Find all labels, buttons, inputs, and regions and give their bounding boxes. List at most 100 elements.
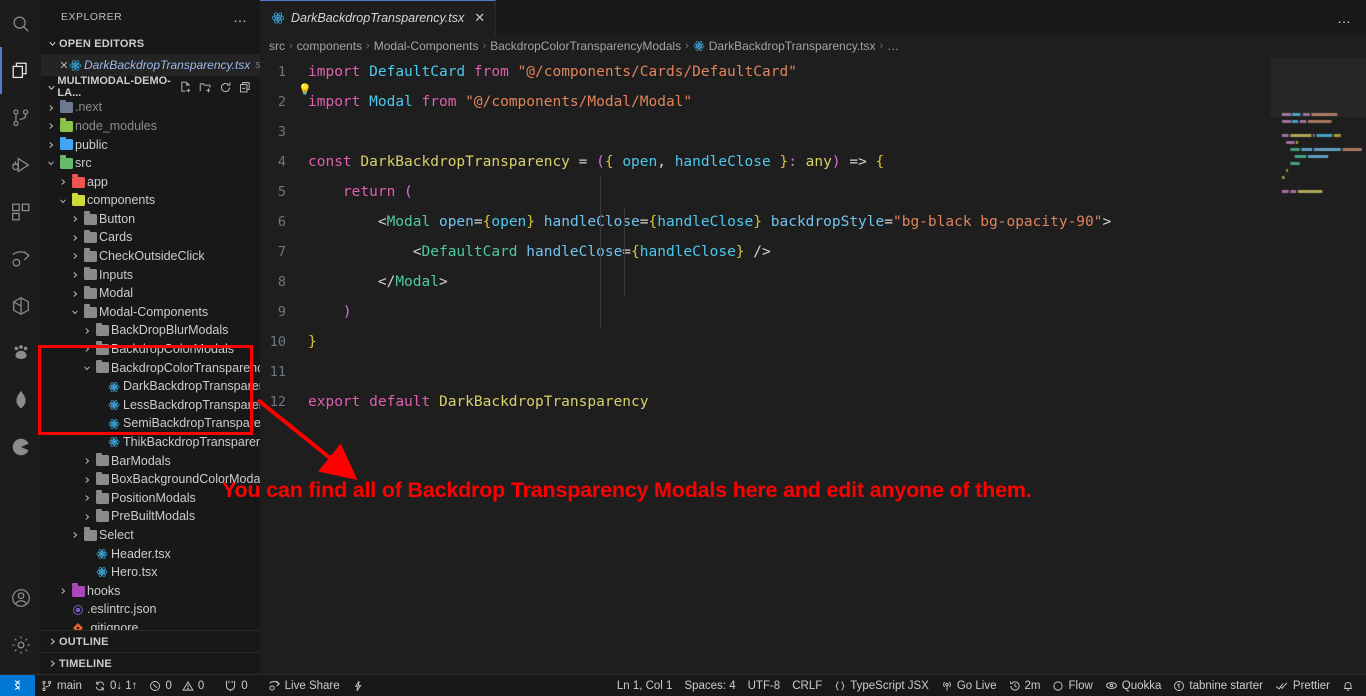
- hexagon-icon[interactable]: [0, 282, 41, 329]
- tree-folder-backdropblurmodals[interactable]: BackDropBlurModals: [41, 321, 260, 340]
- status-cursor-position[interactable]: Ln 1, Col 1: [611, 675, 679, 696]
- status-ports[interactable]: 0: [218, 675, 253, 696]
- tree-folder--next[interactable]: .next: [41, 98, 260, 117]
- chevron-right-icon: [45, 140, 57, 150]
- breadcrumb-label: DarkBackdropTransparency.tsx: [708, 39, 876, 53]
- status-encoding[interactable]: UTF-8: [742, 675, 787, 696]
- run-and-debug-icon[interactable]: [0, 141, 41, 188]
- status-lightning[interactable]: [346, 675, 370, 696]
- status-notifications[interactable]: [1336, 675, 1366, 696]
- tree-folder-button[interactable]: Button: [41, 210, 260, 229]
- tree-file-lessbackdroptransparency-[interactable]: LessBackdropTransparency...: [41, 396, 260, 415]
- tree-item-label: BackDropBlurModals: [111, 323, 229, 338]
- status-sync[interactable]: 0↓ 1↑: [88, 675, 144, 696]
- chevron-right-icon: [69, 233, 81, 243]
- tree-folder-src[interactable]: src: [41, 154, 260, 173]
- tree-folder-public[interactable]: public: [41, 136, 260, 155]
- breadcrumb-item[interactable]: DarkBackdropTransparency.tsx: [693, 39, 876, 53]
- extensions-icon[interactable]: [0, 188, 41, 235]
- status-branch[interactable]: main: [35, 675, 88, 696]
- chevron-right-icon: [81, 456, 93, 466]
- source-control-icon[interactable]: [0, 94, 41, 141]
- remote-window-icon[interactable]: [0, 674, 35, 696]
- settings-gear-icon[interactable]: [0, 621, 41, 668]
- status-eol[interactable]: CRLF: [786, 675, 828, 696]
- new-file-icon[interactable]: [179, 81, 192, 94]
- refresh-icon[interactable]: [219, 81, 232, 94]
- tree-folder-backdropcolortransparency-[interactable]: BackdropColorTransparency...: [41, 359, 260, 378]
- tree-folder-barmodals[interactable]: BarModals: [41, 452, 260, 471]
- tree-folder-boxbackgroundcolormodals[interactable]: BoxBackgroundColorModals: [41, 470, 260, 489]
- minimap-slider[interactable]: [1270, 57, 1366, 117]
- code-editor[interactable]: 1 import DefaultCard from "@/components/…: [260, 57, 1366, 674]
- braces-icon: [834, 680, 846, 692]
- tree-folder-modal[interactable]: Modal: [41, 284, 260, 303]
- tree-folder-inputs[interactable]: Inputs: [41, 266, 260, 285]
- line-number: 5: [277, 184, 286, 200]
- breadcrumb-item[interactable]: src: [269, 39, 285, 53]
- paw-icon[interactable]: [0, 329, 41, 376]
- breadcrumb-item[interactable]: …: [887, 39, 899, 53]
- tree-folder-select[interactable]: Select: [41, 526, 260, 545]
- tree-folder-backdropcolormodals[interactable]: BackdropColorModals: [41, 340, 260, 359]
- project-section-header[interactable]: MULTIMODAL-DEMO-LA...: [41, 75, 260, 99]
- status-language-mode[interactable]: TypeScript JSX: [828, 675, 935, 696]
- lightbulb-icon[interactable]: 💡: [298, 83, 312, 96]
- tree-file--eslintrc-json[interactable]: .eslintrc.json: [41, 600, 260, 619]
- account-icon[interactable]: [0, 574, 41, 621]
- breadcrumb-item[interactable]: BackdropColorTransparencyModals: [490, 39, 681, 53]
- tree-folder-checkoutsideclick[interactable]: CheckOutsideClick: [41, 247, 260, 266]
- sidebar-more-actions-icon[interactable]: …: [233, 9, 254, 25]
- code-line-text: ): [342, 304, 352, 320]
- tree-file-hero-tsx[interactable]: Hero.tsx: [41, 563, 260, 582]
- folder-icon: [69, 583, 87, 597]
- open-editors-section-header[interactable]: OPEN EDITORS: [41, 33, 260, 54]
- status-go-live[interactable]: Go Live: [935, 675, 1003, 696]
- status-indentation[interactable]: Spaces: 4: [678, 675, 741, 696]
- timeline-section-header[interactable]: TIMELINE: [41, 652, 260, 674]
- breadcrumb-item[interactable]: Modal-Components: [374, 39, 479, 53]
- status-timer[interactable]: 2m: [1003, 675, 1047, 696]
- tree-file-semibackdroptransparency-[interactable]: SemiBackdropTransparency..: [41, 414, 260, 433]
- tree-folder-cards[interactable]: Cards: [41, 228, 260, 247]
- tab-DarkBackdropTransparency[interactable]: DarkBackdropTransparency.tsx ✕: [260, 0, 497, 35]
- editor-actions-more[interactable]: …: [1337, 0, 1366, 35]
- code-line: 6 <Modal open={open} handleClose={handle…: [260, 207, 1366, 237]
- close-icon[interactable]: [59, 60, 69, 70]
- tree-file-header-tsx[interactable]: Header.tsx: [41, 545, 260, 564]
- tree-folder-hooks[interactable]: hooks: [41, 582, 260, 601]
- tree-file-darkbackdroptransparency-[interactable]: DarkBackdropTransparency...: [41, 377, 260, 396]
- status-tabnine[interactable]: tabnine starter: [1167, 675, 1269, 696]
- search-icon[interactable]: [0, 0, 41, 47]
- tree-folder-components[interactable]: components: [41, 191, 260, 210]
- tree-folder-positionmodals[interactable]: PositionModals: [41, 489, 260, 508]
- close-icon[interactable]: ✕: [474, 10, 485, 26]
- tree-folder-modal-components[interactable]: Modal-Components: [41, 303, 260, 322]
- explorer-icon[interactable]: [0, 47, 41, 94]
- tree-file--gitignore[interactable]: .gitignore: [41, 619, 260, 630]
- status-flow[interactable]: Flow: [1046, 675, 1098, 696]
- status-problems[interactable]: 0 0: [143, 675, 210, 696]
- leaf-icon[interactable]: [0, 376, 41, 423]
- collapse-all-icon[interactable]: [239, 81, 252, 94]
- breadcrumb-item[interactable]: components: [297, 39, 362, 53]
- tree-folder-prebuiltmodals[interactable]: PreBuiltModals: [41, 507, 260, 526]
- status-quokka[interactable]: Quokka: [1099, 675, 1168, 696]
- status-prettier[interactable]: Prettier: [1269, 675, 1336, 696]
- breadcrumb-label: src: [269, 39, 285, 53]
- new-folder-icon[interactable]: [199, 81, 212, 94]
- tree-folder-node-modules[interactable]: node_modules: [41, 117, 260, 136]
- react-icon: [93, 566, 111, 578]
- react-icon: [69, 59, 82, 72]
- live-share-icon[interactable]: [0, 235, 41, 282]
- open-editor-item[interactable]: DarkBackdropTransparency.tsx s...: [41, 54, 270, 77]
- indent-guide: [600, 177, 601, 327]
- status-live-share[interactable]: Live Share: [262, 675, 346, 696]
- chevron-down-icon: [45, 82, 57, 93]
- outline-section-header[interactable]: OUTLINE: [41, 630, 260, 652]
- minimap[interactable]: [1270, 57, 1366, 674]
- tree-folder-app[interactable]: app: [41, 173, 260, 192]
- circle-slice-icon[interactable]: [0, 423, 41, 470]
- tree-file-thikbackdroptransparency-[interactable]: ThikBackdropTransparency....: [41, 433, 260, 452]
- chevron-right-icon: [45, 636, 59, 647]
